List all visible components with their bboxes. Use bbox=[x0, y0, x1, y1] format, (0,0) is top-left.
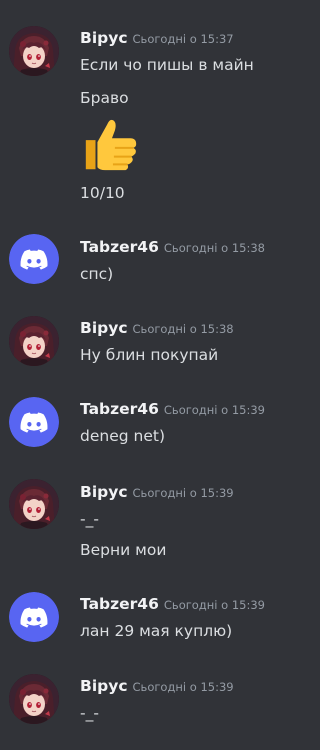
thumbs-up-icon: 👍 bbox=[80, 113, 142, 175]
message-text: -_- bbox=[80, 704, 99, 722]
avatar[interactable] bbox=[9, 316, 59, 366]
avatar[interactable] bbox=[9, 592, 59, 642]
message-text: -_- bbox=[80, 510, 99, 528]
message-header: Вірус Сьогодні о 15:37 bbox=[80, 28, 234, 49]
timestamp: Сьогодні о 15:38 bbox=[132, 322, 234, 336]
message-text: 10/10 bbox=[80, 184, 125, 202]
message-text: Ну блин покупай bbox=[80, 346, 219, 364]
avatar[interactable] bbox=[9, 397, 59, 447]
timestamp: Сьогодні о 15:39 bbox=[132, 680, 234, 694]
timestamp: Сьогодні о 15:37 bbox=[132, 32, 234, 46]
discord-logo-icon bbox=[9, 592, 59, 642]
message-header: Вірус Сьогодні о 15:39 bbox=[80, 482, 234, 503]
avatar[interactable] bbox=[9, 26, 59, 76]
anime-girl-avatar-icon bbox=[9, 316, 59, 366]
message-text: Если чо пишы в майн bbox=[80, 56, 254, 74]
username[interactable]: Вірус bbox=[80, 483, 128, 501]
timestamp: Сьогодні о 15:39 bbox=[163, 598, 265, 612]
timestamp: Сьогодні о 15:39 bbox=[163, 403, 265, 417]
discord-logo-icon bbox=[9, 397, 59, 447]
message-header: Tabzer46 Сьогодні о 15:39 bbox=[80, 594, 265, 615]
message-header: Tabzer46 Сьогодні о 15:38 bbox=[80, 237, 265, 258]
message-header: Tabzer46 Сьогодні о 15:39 bbox=[80, 399, 265, 420]
message-text: Верни мои bbox=[80, 541, 167, 559]
username[interactable]: Tabzer46 bbox=[80, 400, 159, 418]
discord-logo-icon bbox=[9, 234, 59, 284]
anime-girl-avatar-icon bbox=[9, 479, 59, 529]
anime-girl-avatar-icon bbox=[9, 674, 59, 724]
avatar[interactable] bbox=[9, 674, 59, 724]
message-text: Браво bbox=[80, 89, 129, 107]
message-text: лан 29 мая куплю) bbox=[80, 622, 233, 640]
message-text: deneg net) bbox=[80, 427, 165, 445]
anime-girl-avatar-icon bbox=[9, 26, 59, 76]
message-header: Вірус Сьогодні о 15:39 bbox=[80, 676, 234, 697]
username[interactable]: Tabzer46 bbox=[80, 238, 159, 256]
username[interactable]: Вірус bbox=[80, 319, 128, 337]
avatar[interactable] bbox=[9, 479, 59, 529]
username[interactable]: Вірус bbox=[80, 29, 128, 47]
timestamp: Сьогодні о 15:39 bbox=[132, 486, 234, 500]
username[interactable]: Tabzer46 bbox=[80, 595, 159, 613]
timestamp: Сьогодні о 15:38 bbox=[163, 241, 265, 255]
message-text: спс) bbox=[80, 265, 114, 283]
avatar[interactable] bbox=[9, 234, 59, 284]
message-header: Вірус Сьогодні о 15:38 bbox=[80, 318, 234, 339]
username[interactable]: Вірус bbox=[80, 677, 128, 695]
